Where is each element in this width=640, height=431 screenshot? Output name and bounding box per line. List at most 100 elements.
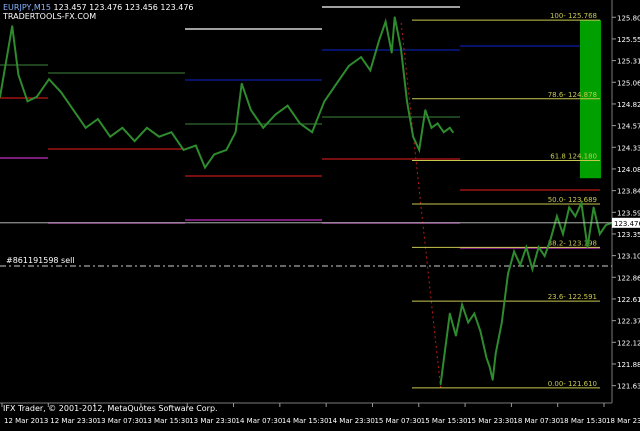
x-tick-label: 14 Mar 23:30 (328, 417, 375, 425)
fib-level-label: 38.2- 123.198 (548, 239, 597, 247)
price-point (455, 334, 457, 337)
x-tick-label: 13 Mar 23:30 (189, 417, 236, 425)
price-point (158, 135, 161, 138)
y-tick-label: 124.085 (617, 166, 640, 174)
price-point (133, 140, 136, 142)
price-point (592, 206, 595, 209)
x-tick-label: 12 Mar 2013 (4, 417, 48, 425)
chart-background (0, 0, 640, 427)
price-point (418, 149, 421, 151)
price-point (335, 82, 338, 85)
price-point (461, 303, 463, 306)
price-point (439, 383, 442, 386)
price-point (448, 312, 451, 315)
price-point (286, 104, 289, 107)
price-point (598, 233, 601, 235)
price-point (562, 233, 564, 235)
x-tick-label: 15 Mar 15:30 (421, 417, 468, 425)
price-point (109, 135, 112, 138)
price-point (323, 100, 326, 103)
price-point (574, 215, 577, 218)
price-point (213, 153, 216, 156)
price-point (507, 272, 509, 275)
price-point (250, 109, 252, 112)
y-tick-label: 123.350 (617, 231, 640, 239)
chart-window[interactable]: 100- 125.768 78.6- 124.878 61.8 124.180 50.… (0, 0, 640, 427)
price-point (48, 78, 50, 81)
price-point (479, 330, 482, 333)
price-point (234, 131, 237, 134)
price-point (406, 100, 408, 103)
y-tick-label: 125.310 (617, 58, 640, 66)
price-point (17, 73, 20, 76)
price-point (485, 356, 488, 359)
price-point (442, 131, 445, 134)
price-point (531, 268, 534, 271)
price-point (586, 246, 589, 249)
x-tick-label: 13 Mar 07:30 (97, 417, 144, 425)
current-price-label: 123.476 (614, 220, 640, 228)
price-point (430, 126, 433, 129)
order-label[interactable]: #861191598 sell (6, 256, 75, 266)
copyright-footer: IFX Trader, © 2001-2012, MetaQuotes Soft… (3, 404, 218, 413)
x-tick-label: 15 Mar 23:30 (467, 417, 514, 425)
price-point (549, 237, 552, 240)
price-point (393, 16, 396, 19)
price-point (311, 131, 314, 134)
price-point (491, 378, 494, 381)
x-tick-label: 18 Mar 07:30 (513, 417, 560, 425)
y-tick-label: 125.800 (617, 14, 640, 22)
price-point (412, 135, 414, 138)
price-point (473, 312, 476, 315)
y-tick-label: 122.615 (617, 296, 640, 304)
price-point (467, 321, 470, 324)
price-point (436, 122, 439, 125)
ohlc-values: 123.457 123.476 123.456 123.476 (53, 3, 194, 12)
y-tick-label: 121.880 (617, 361, 640, 369)
y-tick-label: 122.860 (617, 274, 640, 282)
price-chart[interactable]: 100- 125.768 78.6- 124.878 61.8 124.180 50.… (0, 0, 640, 427)
x-tick-label: 15 Mar 07:30 (374, 417, 421, 425)
price-point (390, 51, 393, 54)
x-tick-label: 13 Mar 15:30 (143, 417, 190, 425)
price-point (225, 149, 228, 151)
x-tick-label: 18 Mar 15:30 (560, 417, 607, 425)
y-tick-label: 124.330 (617, 144, 640, 152)
price-point (494, 352, 497, 355)
y-tick-label: 122.125 (617, 339, 640, 347)
price-point (204, 166, 206, 169)
price-point (543, 255, 546, 257)
price-point (378, 38, 381, 41)
price-point (519, 264, 522, 266)
price-point (488, 365, 491, 368)
price-point (580, 202, 583, 204)
price-point (194, 144, 197, 147)
y-tick-label: 124.575 (617, 123, 640, 131)
price-point (298, 122, 301, 125)
price-point (448, 126, 451, 129)
price-point (170, 131, 173, 134)
price-point (384, 20, 387, 23)
price-point (84, 126, 87, 129)
price-point (399, 47, 402, 50)
y-tick-label: 125.065 (617, 79, 640, 87)
x-tick-label: 18 Mar 23:30 (606, 417, 640, 425)
price-point (274, 113, 277, 116)
y-tick-label: 123.840 (617, 188, 640, 196)
price-point (604, 224, 607, 227)
price-point (525, 246, 528, 249)
price-point (369, 69, 372, 72)
fib-level-label: 50.0- 123.689 (548, 196, 597, 204)
price-point (60, 91, 63, 94)
price-point (568, 206, 571, 209)
price-point (240, 82, 243, 85)
price-point (182, 149, 185, 151)
x-tick-label: 14 Mar 07:30 (236, 417, 283, 425)
price-point (556, 215, 558, 218)
price-point (451, 131, 454, 134)
price-point (360, 56, 362, 58)
price-point (145, 126, 148, 129)
price-point (500, 321, 503, 324)
y-tick-label: 124.820 (617, 101, 640, 109)
y-tick-label: 123.105 (617, 253, 640, 261)
